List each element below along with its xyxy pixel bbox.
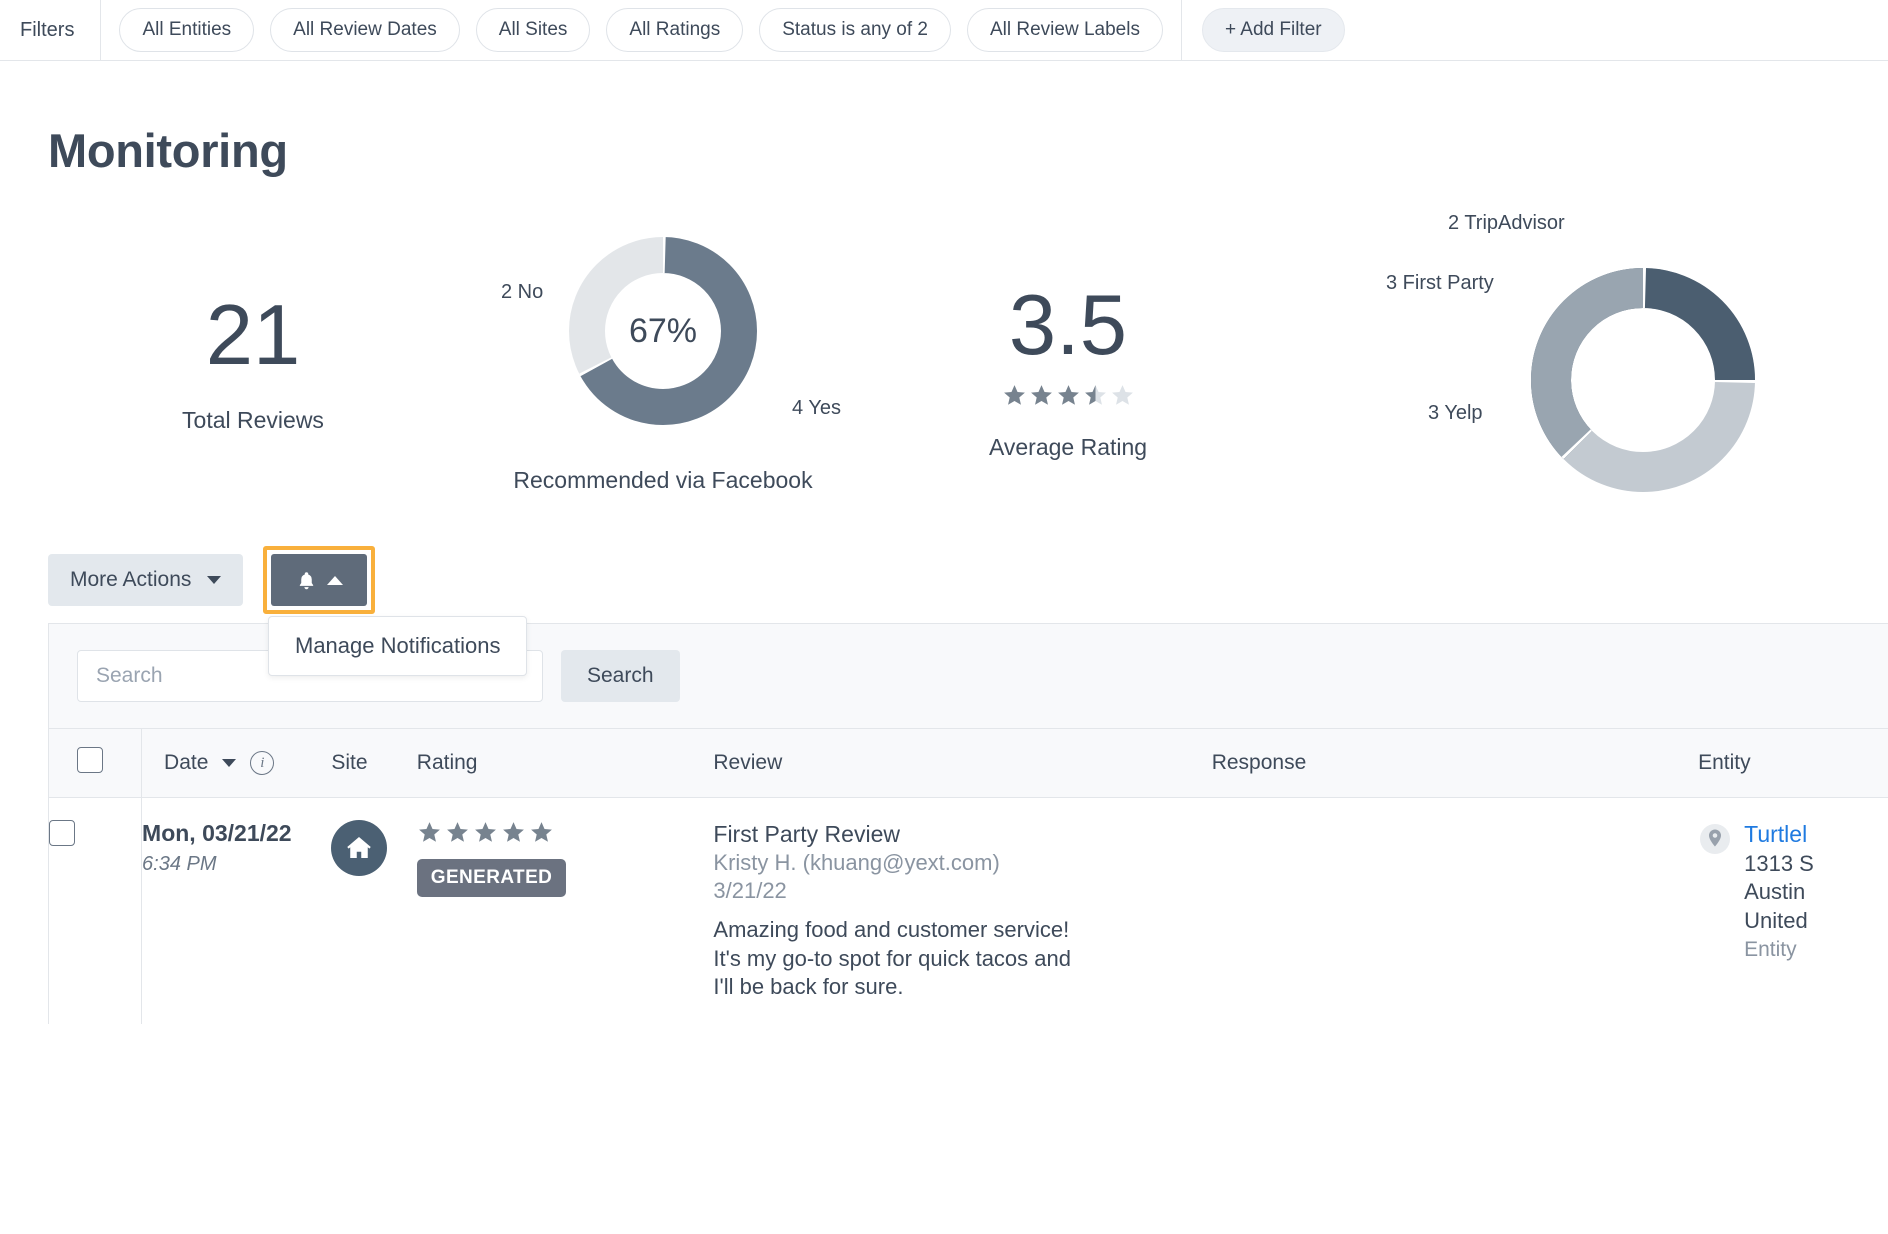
filter-bar-spacer: [1363, 0, 1888, 61]
average-rating-stars: [1002, 383, 1135, 408]
row-date-time: 6:34 PM: [142, 853, 217, 876]
manage-notifications-menu-item[interactable]: Manage Notifications: [268, 616, 528, 676]
star-icon-filled-1: [418, 822, 440, 842]
filter-chip-status[interactable]: Status is any of 2: [759, 8, 951, 52]
recommended-donut-chart: 67% 2 No 4 Yes: [501, 231, 841, 431]
row-stars: [417, 820, 714, 845]
star-icon-filled-3: [474, 822, 496, 842]
info-icon[interactable]: i: [250, 751, 275, 775]
entity-cell-inner: Turtlel 1313 S Austin United Entity: [1698, 820, 1888, 962]
chevron-up-icon: [326, 575, 343, 585]
search-button[interactable]: Search: [561, 650, 680, 702]
th-rating[interactable]: Rating: [416, 728, 714, 798]
filters-label: Filters: [20, 18, 75, 41]
page-content: Monitoring 21 Total Reviews 67% 2 No 4 Y…: [0, 123, 1888, 1234]
row-entity-cell: Turtlel 1313 S Austin United Entity: [1698, 797, 1888, 1024]
recommended-label-no: 2 No: [501, 281, 544, 303]
status-badge: GENERATED: [416, 859, 567, 897]
sort-descending-icon[interactable]: [222, 759, 237, 767]
sites-donut-svg: [1531, 268, 1755, 492]
stat-total-reviews: 21 Total Reviews: [48, 224, 458, 434]
th-entity[interactable]: Entity: [1698, 728, 1888, 798]
more-actions-button[interactable]: More Actions: [48, 554, 244, 606]
entity-name-link[interactable]: Turtlel: [1744, 820, 1814, 850]
review-body-line-1: Amazing food and customer service!: [713, 916, 1070, 942]
star-icon-filled-1: [1003, 384, 1025, 405]
reviews-table-head: Date i Site Rating Review Response Entit…: [49, 728, 1888, 798]
review-body-line-3: I'll be back for sure.: [713, 974, 904, 1000]
star-icon-filled-3: [1057, 384, 1079, 405]
site-label-tripadvisor: 2 TripAdvisor: [1448, 212, 1565, 234]
filter-chip-all-review-labels[interactable]: All Review Labels: [966, 8, 1163, 52]
row-date-main: Mon, 03/21/22: [142, 820, 292, 846]
total-reviews-value: 21: [205, 288, 301, 383]
review-body-line-2: It's my go-to spot for quick tacos and: [713, 945, 1071, 971]
select-all-checkbox[interactable]: [77, 747, 103, 773]
reviews-table: Date i Site Rating Review Response Entit…: [49, 728, 1888, 1024]
th-date[interactable]: Date i: [141, 728, 332, 798]
star-icon-filled-4: [502, 822, 524, 842]
bell-icon: [299, 571, 314, 589]
site-label-yelp: 3 Yelp: [1428, 402, 1483, 424]
entity-address-line-3: United: [1744, 908, 1808, 934]
stat-reviews-by-site: 2 TripAdvisor 3 First Party 3 Yelp: [1338, 212, 1888, 542]
review-title: First Party Review: [713, 821, 900, 847]
add-filter-group: + Add Filter: [1182, 0, 1363, 61]
filter-chip-group: All Entities All Review Dates All Sites …: [101, 0, 1181, 61]
th-review[interactable]: Review: [713, 728, 1212, 798]
recommended-caption: Recommended via Facebook: [513, 467, 813, 493]
chevron-down-icon: [207, 576, 222, 584]
recommended-percentage: 67%: [628, 311, 698, 350]
filter-chip-all-sites[interactable]: All Sites: [475, 8, 591, 52]
stat-recommended-facebook: 67% 2 No 4 Yes Recommended via Facebook: [458, 224, 868, 494]
home-icon: [331, 820, 388, 876]
more-actions-label: More Actions: [70, 568, 192, 591]
recommended-label-yes: 4 Yes: [792, 397, 841, 419]
table-header-row: Date i Site Rating Review Response Entit…: [49, 728, 1888, 798]
filter-chip-all-ratings[interactable]: All Ratings: [606, 8, 744, 52]
row-rating-cell: GENERATED: [416, 797, 714, 1024]
total-reviews-caption: Total Reviews: [182, 406, 324, 433]
row-select-cell: [49, 797, 143, 1024]
star-icon-half-4: [1084, 384, 1106, 405]
reviews-table-body: Mon, 03/21/22 6:34 PM GENERATED First Pa…: [49, 797, 1888, 1024]
th-select-all: [49, 728, 143, 798]
th-date-label: Date: [164, 751, 209, 774]
row-response-cell: [1211, 797, 1699, 1024]
row-site-cell: [331, 797, 417, 1024]
th-date-inner: Date i: [164, 751, 331, 775]
star-icon-filled-5: [530, 822, 552, 842]
actions-row: More Actions Manage Notifications: [48, 546, 1888, 676]
star-icon-filled-2: [446, 822, 468, 842]
review-author: Kristy H. (khuang@yext.com): [713, 849, 1000, 875]
row-review-cell: First Party Review Kristy H. (khuang@yex…: [713, 797, 1212, 1024]
reviews-table-panel: Search Date i Site Rating: [48, 623, 1888, 1024]
average-rating-caption: Average Rating: [988, 433, 1148, 460]
add-filter-button[interactable]: + Add Filter: [1201, 8, 1345, 52]
th-site[interactable]: Site: [331, 728, 417, 798]
star-icon-empty-5: [1111, 384, 1133, 405]
notifications-button[interactable]: [271, 554, 368, 606]
page-title: Monitoring: [48, 124, 288, 177]
table-row[interactable]: Mon, 03/21/22 6:34 PM GENERATED First Pa…: [49, 797, 1888, 1024]
filter-chip-all-review-dates[interactable]: All Review Dates: [270, 8, 460, 52]
entity-text-block: Turtlel 1313 S Austin United Entity: [1744, 820, 1814, 962]
row-checkbox[interactable]: [49, 820, 75, 846]
entity-address-line-2: Austin: [1744, 879, 1806, 905]
notifications-highlight-box: [263, 546, 376, 614]
review-date: 3/21/22: [713, 878, 787, 904]
th-response[interactable]: Response: [1211, 728, 1699, 798]
row-date-cell: Mon, 03/21/22 6:34 PM: [141, 797, 332, 1024]
location-pin-icon: [1700, 824, 1731, 854]
filter-chip-all-entities[interactable]: All Entities: [119, 8, 255, 52]
stats-row: 21 Total Reviews 67% 2 No 4 Yes Recommen…: [48, 212, 1888, 524]
entity-type-label: Entity: [1744, 937, 1797, 961]
entity-address-line-1: 1313 S: [1744, 850, 1814, 876]
average-rating-value: 3.5: [1008, 278, 1128, 373]
home-icon-glyph: [347, 837, 372, 858]
site-label-first-party: 3 First Party: [1386, 272, 1494, 294]
stat-average-rating: 3.5 Average Rating: [868, 224, 1268, 461]
star-icon-filled-2: [1030, 384, 1052, 405]
filter-bar: Filters All Entities All Review Dates Al…: [0, 0, 1888, 61]
